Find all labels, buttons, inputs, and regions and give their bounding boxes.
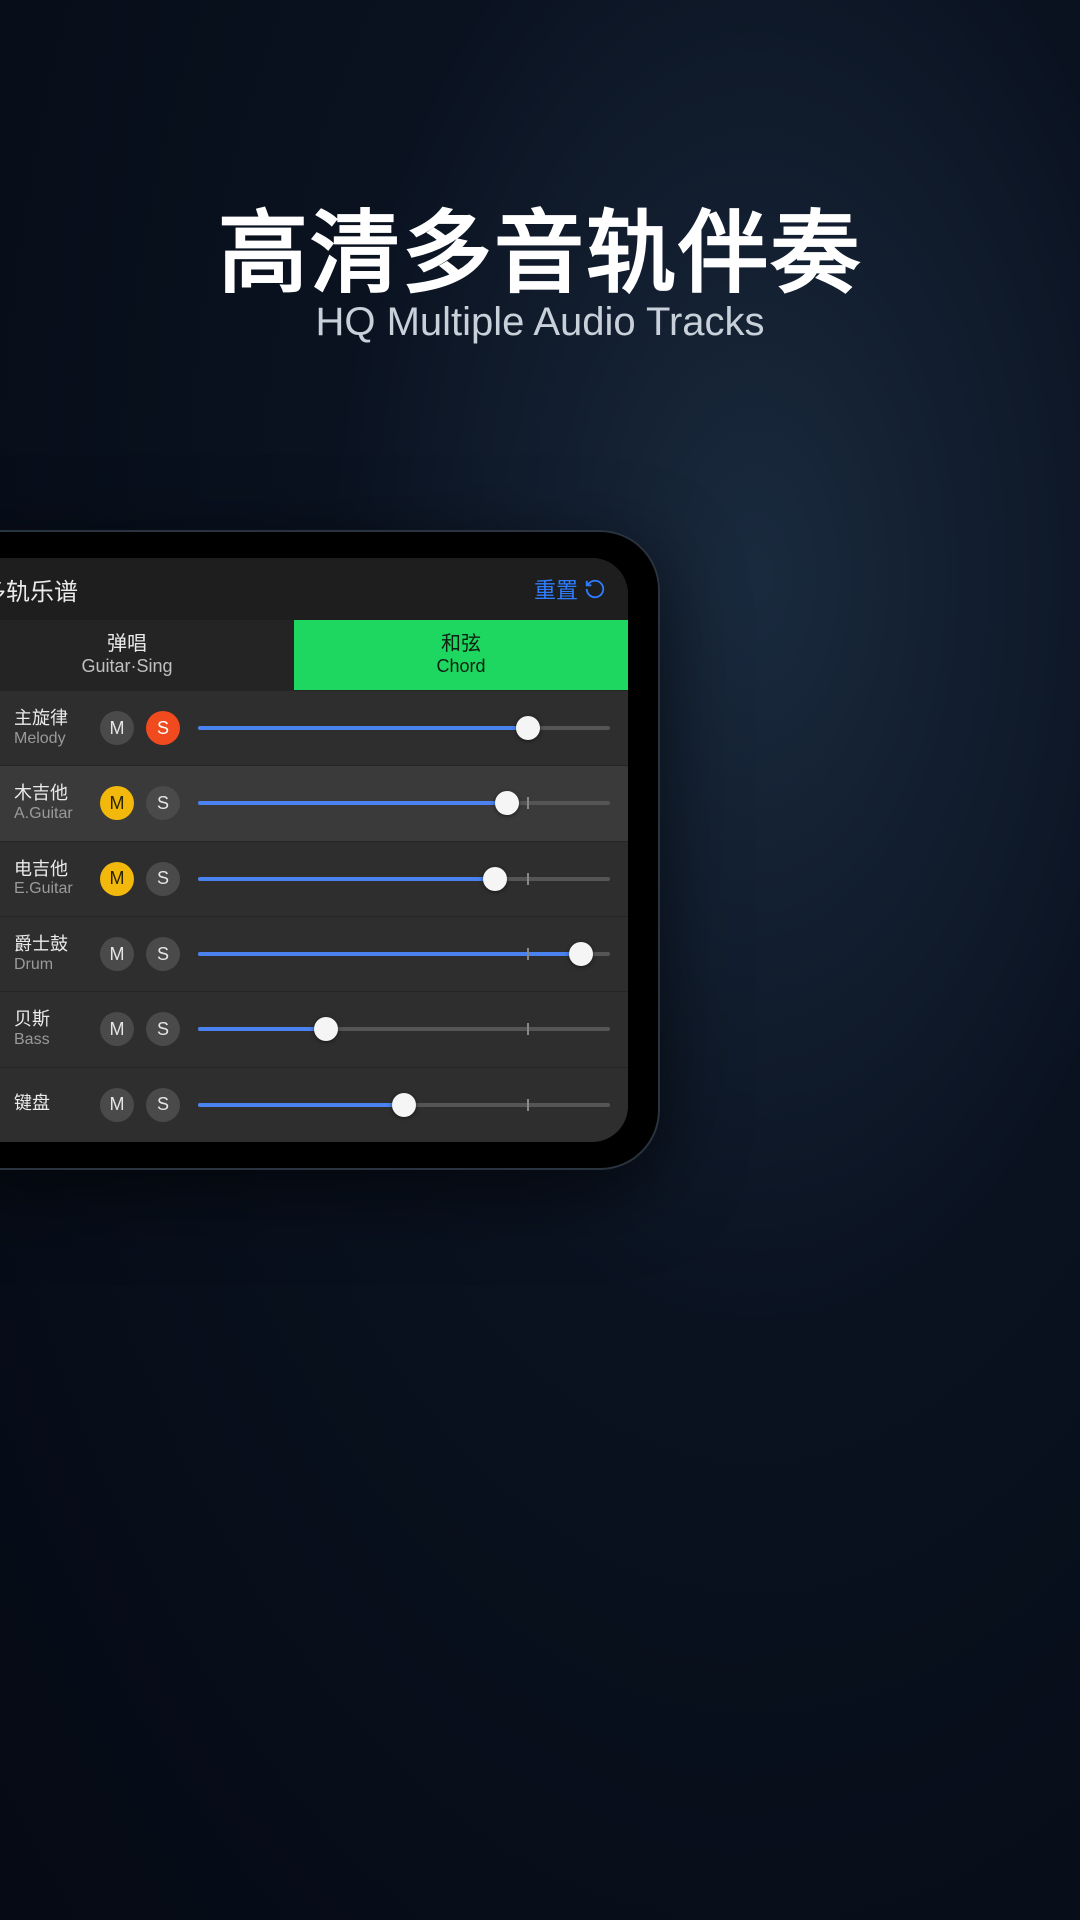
mic-icon: [0, 790, 14, 816]
solo-button[interactable]: S: [146, 786, 180, 820]
slider-fill: [198, 1027, 326, 1031]
track-row[interactable]: 贝斯 Bass M S: [0, 991, 628, 1066]
mode-tabs: 弹唱 Guitar·Sing 和弦 Chord: [0, 620, 628, 690]
solo-button[interactable]: S: [146, 711, 180, 745]
track-name-cn: 主旋律: [14, 709, 100, 729]
reset-button[interactable]: 重置: [534, 573, 606, 605]
tab-chord[interactable]: 和弦 Chord: [294, 620, 628, 690]
slider-fill: [198, 1103, 404, 1107]
slider-thumb[interactable]: [483, 867, 507, 891]
reset-label: 重置: [534, 573, 578, 605]
solo-button[interactable]: S: [146, 862, 180, 896]
mute-button[interactable]: M: [100, 1088, 134, 1122]
slider-fill: [198, 952, 581, 956]
slider-default-tick: [527, 797, 529, 809]
track-name-en: Bass: [14, 1031, 100, 1049]
track-name-en: A.Guitar: [14, 805, 100, 823]
slider-fill: [198, 726, 528, 730]
track-labels: 木吉他 A.Guitar: [14, 784, 100, 822]
track-name-cn: 贝斯: [14, 1010, 100, 1030]
tab-guitar-sing[interactable]: 弹唱 Guitar·Sing: [0, 620, 294, 690]
volume-slider[interactable]: [198, 862, 610, 896]
tab-label-cn: 弹唱: [107, 633, 147, 656]
mute-button[interactable]: M: [100, 1012, 134, 1046]
tab-label-cn: 和弦: [441, 633, 481, 656]
slider-default-tick: [527, 948, 529, 960]
track-labels: 爵士鼓 Drum: [14, 935, 100, 973]
slider-thumb[interactable]: [516, 716, 540, 740]
track-row[interactable]: 木吉他 A.Guitar M S: [0, 765, 628, 840]
app-header: 多轨乐谱 重置: [0, 558, 628, 620]
volume-slider[interactable]: [198, 937, 610, 971]
solo-button[interactable]: S: [146, 1012, 180, 1046]
mute-button[interactable]: M: [100, 937, 134, 971]
solo-button[interactable]: S: [146, 1088, 180, 1122]
track-name-en: Drum: [14, 956, 100, 974]
slider-thumb[interactable]: [314, 1017, 338, 1041]
track-name-cn: 爵士鼓: [14, 935, 100, 955]
mute-button[interactable]: M: [100, 786, 134, 820]
solo-button[interactable]: S: [146, 937, 180, 971]
track-row[interactable]: 主旋律 Melody M S: [0, 690, 628, 765]
tab-label-en: Chord: [436, 656, 485, 677]
track-name-cn: 键盘: [14, 1094, 100, 1114]
slider-default-tick: [527, 1099, 529, 1111]
slider-fill: [198, 877, 495, 881]
hero-subtitle-en: HQ Multiple Audio Tracks: [0, 300, 1080, 345]
phone-frame: 多轨乐谱 重置 弹唱 Guitar·Sing 和弦 Chord: [0, 530, 660, 1170]
person-icon: [0, 715, 14, 741]
volume-slider[interactable]: [198, 1012, 610, 1046]
mute-button[interactable]: M: [100, 862, 134, 896]
track-name-en: Melody: [14, 730, 100, 748]
app-title: 多轨乐谱: [0, 572, 78, 607]
track-row[interactable]: 爵士鼓 Drum M S: [0, 916, 628, 991]
slider-default-tick: [527, 873, 529, 885]
volume-slider[interactable]: [198, 711, 610, 745]
reset-icon: [584, 578, 606, 600]
track-name-cn: 电吉他: [14, 860, 100, 880]
slider-default-tick: [527, 1023, 529, 1035]
bass-icon: [0, 1016, 14, 1042]
track-labels: 电吉他 E.Guitar: [14, 860, 100, 898]
mute-button[interactable]: M: [100, 711, 134, 745]
eguitar-icon: [0, 866, 14, 892]
slider-thumb[interactable]: [392, 1093, 416, 1117]
drum-icon: [0, 941, 14, 967]
slider-thumb[interactable]: [495, 791, 519, 815]
tab-label-en: Guitar·Sing: [81, 656, 172, 677]
track-labels: 贝斯 Bass: [14, 1010, 100, 1048]
track-labels: 键盘: [14, 1094, 100, 1115]
slider-fill: [198, 801, 507, 805]
track-row[interactable]: 电吉他 E.Guitar M S: [0, 841, 628, 916]
slider-thumb[interactable]: [569, 942, 593, 966]
track-labels: 主旋律 Melody: [14, 709, 100, 747]
track-name-cn: 木吉他: [14, 784, 100, 804]
volume-slider[interactable]: [198, 786, 610, 820]
track-row[interactable]: 键盘 M S: [0, 1067, 628, 1142]
hero-title-cn: 高清多音轨伴奏: [0, 180, 1080, 310]
volume-slider[interactable]: [198, 1088, 610, 1122]
app-screen: 多轨乐谱 重置 弹唱 Guitar·Sing 和弦 Chord: [0, 558, 628, 1142]
track-list: 主旋律 Melody M S 木吉他 A.Guitar M S: [0, 690, 628, 1142]
piano-icon: [0, 1092, 14, 1118]
track-name-en: E.Guitar: [14, 880, 100, 898]
